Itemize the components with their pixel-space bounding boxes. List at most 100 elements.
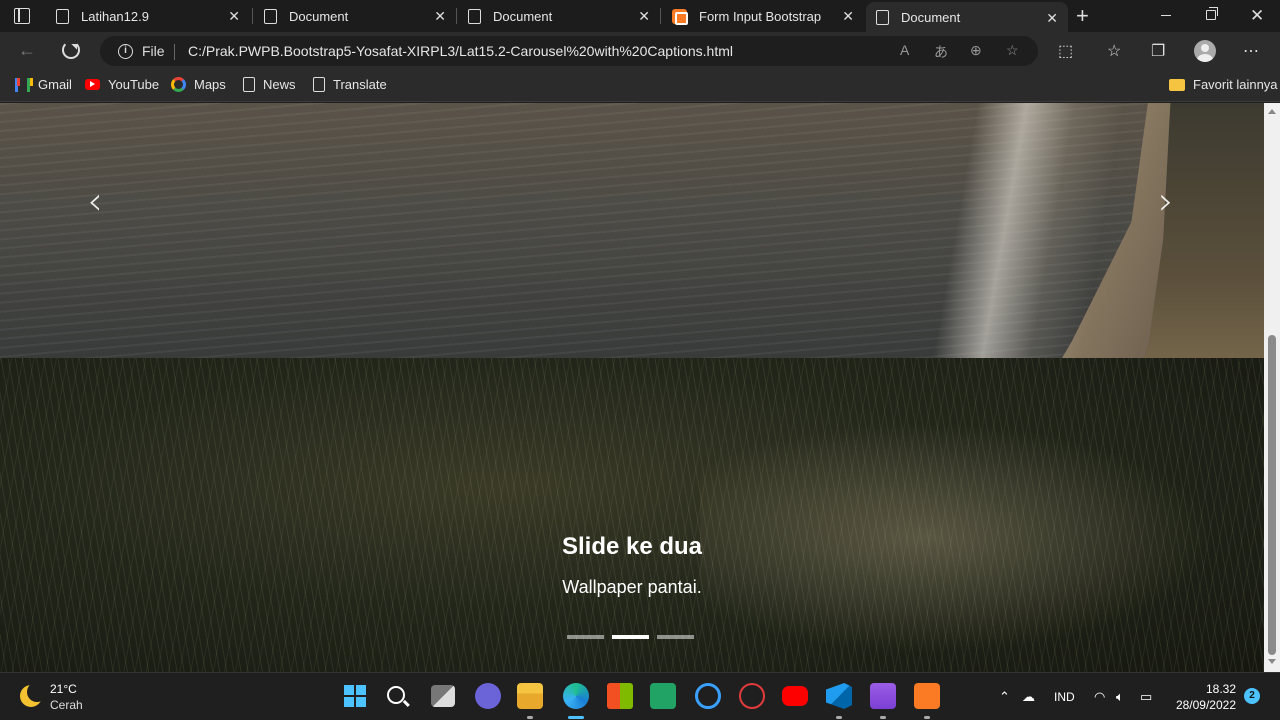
url-text[interactable]: C:/Prak.PWPB.Bootstrap5-Yosafat-XIRPL3/L… (188, 43, 733, 59)
translate-icon[interactable]: あ (934, 42, 948, 62)
wifi-icon[interactable]: ◠ (1094, 689, 1105, 705)
system-clock[interactable]: 18.32 28/09/2022 (1172, 681, 1236, 713)
close-icon[interactable]: ✕ (1046, 10, 1058, 27)
clipchamp-icon[interactable] (870, 683, 896, 709)
tab-form-input-bootstrap[interactable]: Form Input Bootstrap ✕ (662, 0, 864, 32)
teams-chat-icon[interactable] (475, 683, 501, 709)
browser-titlebar: Latihan12.9 ✕ Document ✕ Document ✕ Form… (0, 0, 1280, 32)
scroll-up-arrow-icon[interactable] (1268, 105, 1276, 114)
close-icon[interactable]: ✕ (434, 8, 446, 25)
carousel-indicator-active[interactable] (612, 635, 649, 639)
scroll-thumb[interactable] (1268, 335, 1276, 655)
scheme-label: File (142, 43, 165, 59)
windows-taskbar: 21°C Cerah ⌃ ☁ IND ◠ 🔈︎ ▭ 18.32 28/09/20… (0, 672, 1280, 720)
more-menu-icon[interactable]: ⋯ (1243, 41, 1259, 61)
favorite-label: News (263, 77, 296, 92)
close-icon[interactable]: ✕ (228, 8, 240, 25)
favorite-gmail[interactable]: Gmail (15, 77, 72, 92)
page-scrollbar[interactable] (1264, 103, 1280, 672)
browser-toolbar: ← i File C:/Prak.PWPB.Bootstrap5-Yosafat… (0, 32, 1280, 70)
maps-icon (171, 77, 186, 92)
battery-icon[interactable]: ▭ (1140, 689, 1152, 705)
edge-browser-icon[interactable] (563, 683, 589, 709)
close-icon[interactable]: ✕ (638, 8, 650, 25)
read-aloud-icon[interactable]: A (900, 42, 909, 58)
collections-icon[interactable]: ❐ (1151, 41, 1165, 61)
tab-actions-icon[interactable] (14, 8, 30, 24)
page-icon (243, 77, 255, 92)
favorite-label: Gmail (38, 77, 72, 92)
carousel-indicator[interactable] (567, 635, 604, 639)
tab-title: Document (901, 9, 961, 25)
red-app-icon[interactable] (739, 683, 765, 709)
volume-icon[interactable]: 🔈︎ (1116, 689, 1124, 705)
refresh-icon[interactable] (62, 41, 80, 59)
favorite-translate[interactable]: Translate (313, 77, 387, 92)
carousel-prev-button[interactable]: ‹ (75, 179, 115, 223)
tab-document-active[interactable]: Document ✕ (866, 2, 1068, 32)
favorite-label: YouTube (108, 77, 160, 92)
maximize-button[interactable] (1206, 7, 1218, 20)
close-icon[interactable]: ✕ (842, 8, 854, 25)
microsoft-store-icon[interactable] (607, 683, 633, 709)
notification-badge[interactable]: 2 (1244, 688, 1260, 704)
file-explorer-icon[interactable] (517, 683, 543, 709)
zoom-icon[interactable]: ⊕ (970, 42, 982, 59)
favorite-news[interactable]: News (243, 77, 296, 92)
search-icon[interactable] (387, 686, 405, 704)
carousel: ‹ › Slide ke dua Wallpaper pantai. (0, 103, 1264, 672)
info-icon[interactable]: i (118, 44, 133, 59)
clock-date: 28/09/2022 (1175, 698, 1236, 712)
weather-temperature[interactable]: 21°C (50, 682, 77, 696)
tab-latihan[interactable]: Latihan12.9 ✕ (46, 0, 250, 32)
page-icon (313, 77, 325, 92)
xampp-icon (672, 8, 688, 25)
start-icon[interactable] (342, 683, 368, 709)
youtube-app-icon[interactable] (782, 686, 808, 706)
folder-icon (1169, 78, 1185, 91)
address-bar[interactable]: i File C:/Prak.PWPB.Bootstrap5-Yosafat-X… (100, 36, 1038, 66)
page-icon (468, 8, 481, 24)
carousel-indicator[interactable] (657, 635, 694, 639)
favorite-youtube[interactable]: YouTube (85, 77, 159, 92)
favorites-bar: Gmail YouTube Maps News Translate Favori… (0, 70, 1280, 102)
c-app-icon[interactable] (695, 683, 721, 709)
tab-document-2[interactable]: Document ✕ (458, 0, 660, 32)
task-view-icon[interactable] (431, 685, 455, 707)
green-app-icon[interactable] (650, 683, 676, 709)
add-favorite-icon[interactable]: ☆ (1006, 42, 1019, 59)
language-indicator[interactable]: IND (1054, 690, 1075, 704)
clock-time: 18.32 (1205, 682, 1236, 696)
tab-title: Document (289, 8, 349, 24)
close-window-button[interactable]: ✕ (1250, 6, 1264, 26)
scroll-down-arrow-icon[interactable] (1268, 659, 1276, 668)
page-icon (876, 9, 889, 25)
favorite-maps[interactable]: Maps (171, 77, 226, 92)
extensions-icon[interactable]: ⬚ (1058, 41, 1073, 61)
other-favorites[interactable]: Favorit lainnya (1169, 77, 1278, 92)
minimize-button[interactable] (1161, 15, 1171, 16)
tab-title: Latihan12.9 (81, 8, 149, 24)
favorite-label: Translate (333, 77, 387, 92)
page-icon (264, 8, 277, 24)
weather-moon-icon[interactable] (20, 682, 47, 707)
xampp-icon[interactable] (914, 683, 940, 709)
carousel-indicators (567, 635, 694, 639)
youtube-icon (85, 79, 100, 90)
back-arrow-icon[interactable]: ← (18, 40, 36, 61)
chevron-up-icon[interactable]: ⌃ (999, 689, 1010, 705)
tab-title: Document (493, 8, 553, 24)
favorites-icon[interactable]: ☆ (1107, 41, 1121, 61)
other-favorites-label: Favorit lainnya (1193, 77, 1278, 92)
vscode-icon[interactable] (826, 683, 852, 709)
favorite-label: Maps (194, 77, 226, 92)
profile-avatar[interactable] (1194, 40, 1216, 62)
tab-document-1[interactable]: Document ✕ (254, 0, 456, 32)
new-tab-button[interactable]: + (1076, 3, 1089, 29)
gmail-icon (15, 77, 30, 92)
carousel-caption-text: Wallpaper pantai. (562, 577, 702, 597)
carousel-next-button[interactable]: › (1146, 179, 1186, 223)
weather-condition[interactable]: Cerah (50, 698, 83, 712)
carousel-caption-title: Slide ke dua (561, 533, 703, 560)
onedrive-cloud-icon[interactable]: ☁ (1022, 689, 1035, 705)
